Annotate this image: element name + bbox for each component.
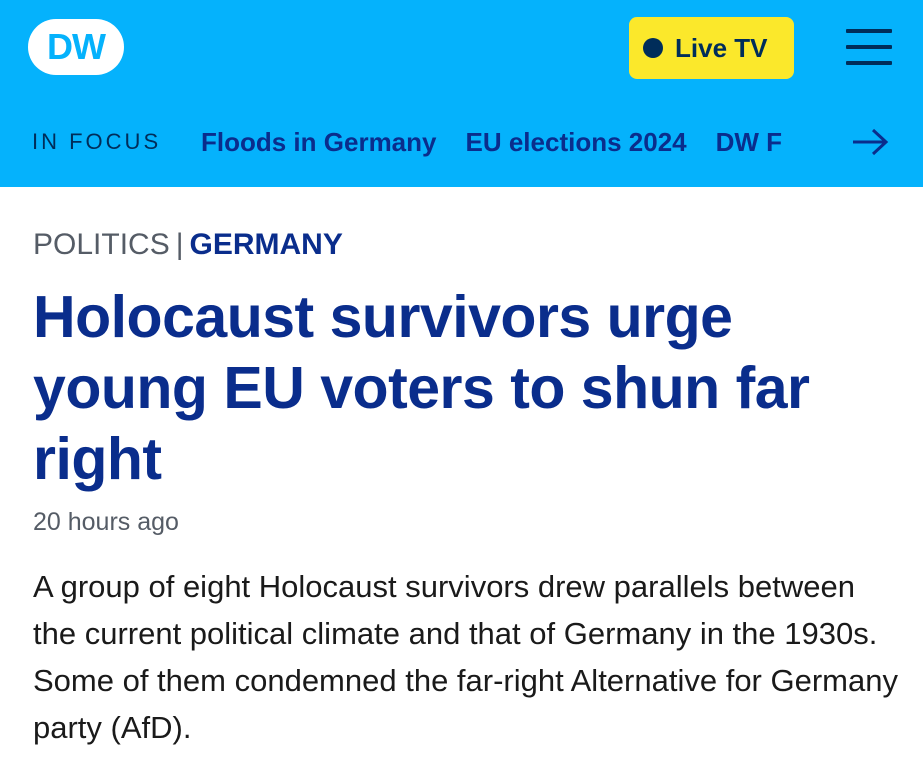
focus-link-dw[interactable]: DW F [716,120,782,164]
in-focus-bar: IN FOCUS Floods in Germany EU elections 2… [32,120,892,164]
site-header: DW Live TV IN FOCUS Floods in Germany EU … [0,0,923,187]
article-kicker: POLITICS | GERMANY [33,228,343,262]
svg-text:DW: DW [47,26,106,67]
arrow-right-icon[interactable] [850,127,890,157]
hamburger-menu-icon[interactable] [846,29,892,65]
focus-link-floods[interactable]: Floods in Germany [201,120,437,164]
dw-logo[interactable]: DW [28,19,124,75]
live-tv-label: Live TV [675,32,768,63]
article-timestamp: 20 hours ago [33,508,179,536]
country-tag-link[interactable]: GERMANY [190,228,343,261]
in-focus-links: Floods in Germany EU elections 2024 DW F [201,120,827,164]
live-dot-icon [643,38,663,58]
article-teaser: A group of eight Holocaust survivors dre… [33,569,898,745]
focus-link-eu-elections[interactable]: EU elections 2024 [466,120,687,164]
live-tv-button[interactable]: Live TV [629,17,794,79]
kicker-separator: | [175,228,184,261]
article-headline[interactable]: Holocaust survivors urge young EU voters… [33,282,893,495]
section-label: POLITICS [33,228,170,261]
in-focus-label: IN FOCUS [32,129,162,154]
